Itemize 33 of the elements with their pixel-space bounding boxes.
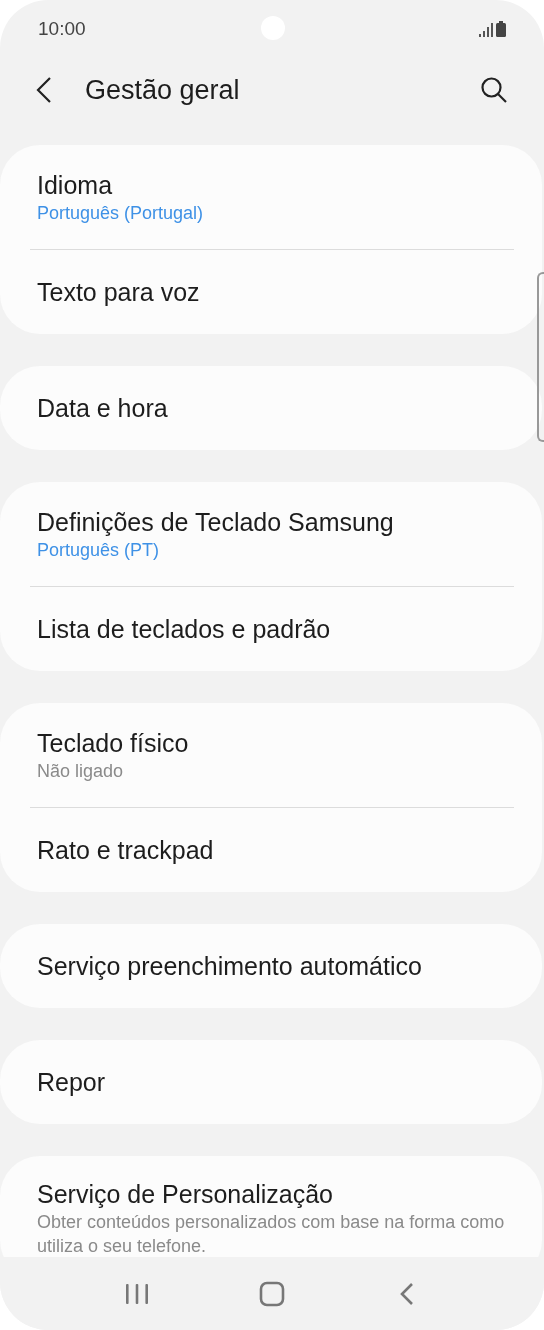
recent-apps-icon [125, 1281, 150, 1306]
item-title: Serviço preenchimento automático [37, 951, 423, 982]
signal-icon [479, 23, 493, 37]
item-title: Teclado físico [37, 728, 190, 759]
item-subtitle: Português (Portugal) [37, 202, 205, 225]
item-subtitle: Português (PT) [37, 539, 161, 562]
settings-item[interactable]: Definições de Teclado Samsung Português (PT) [0, 482, 542, 586]
settings-item[interactable]: Lista de teclados e padrão [0, 587, 542, 671]
page-title: Gestão geral [85, 73, 240, 107]
settings-item[interactable]: Idioma Português (Portugal) [0, 145, 542, 249]
home-icon [259, 1280, 285, 1307]
battery-icon [496, 21, 506, 37]
settings-item[interactable]: Teclado físico Não ligado [0, 703, 542, 807]
status-time: 10:00 [38, 16, 86, 41]
item-title: Repor [37, 1067, 107, 1098]
item-subtitle: Obter conteúdos personalizados com base na forma como utiliza o seu telefone. [37, 1211, 505, 1257]
item-subtitle: Não ligado [37, 760, 125, 783]
settings-item[interactable]: Data e hora [0, 366, 542, 450]
item-title: Definições de Teclado Samsung [37, 507, 395, 538]
item-title: Data e hora [37, 393, 169, 424]
item-title: Idioma [37, 170, 114, 201]
item-title: Rato e trackpad [37, 835, 215, 866]
settings-item[interactable]: Serviço preenchimento automático [0, 924, 542, 1008]
settings-item[interactable]: Repor [0, 1040, 542, 1124]
search-icon [480, 76, 508, 104]
settings-item[interactable]: Rato e trackpad [0, 808, 542, 892]
item-title: Serviço de Personalização [37, 1179, 334, 1210]
settings-item[interactable]: Texto para voz [0, 250, 542, 334]
back-icon [36, 76, 52, 104]
settings-item[interactable]: Serviço de Personalização Obter conteúdos personalizados com base na forma como utiliza o seu telefone. [0, 1156, 542, 1257]
item-title: Lista de teclados e padrão [37, 614, 332, 645]
item-title: Texto para voz [37, 277, 201, 308]
back-icon [398, 1281, 415, 1306]
